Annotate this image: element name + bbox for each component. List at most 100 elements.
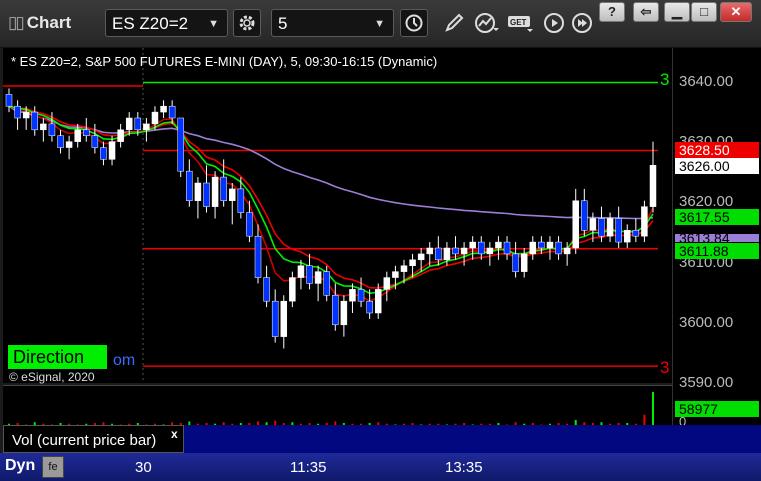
copyright-text: © eSignal, 2020 [9, 370, 95, 384]
candle-body [460, 247, 468, 255]
study-icon [475, 13, 499, 33]
candle-body [246, 212, 253, 237]
candle-body [443, 247, 451, 261]
candle-body [117, 129, 124, 142]
close-button[interactable]: ✕ [720, 2, 752, 22]
ema-slow-line [8, 105, 654, 289]
interval-value: 5 [278, 14, 288, 33]
candle-body [134, 117, 142, 131]
candle-body [529, 241, 537, 255]
chart-title: * ES Z20=2, S&P 500 FUTURES E-MINI (DAY)… [11, 54, 438, 69]
volume-study-tab[interactable]: Vol (current price bar) [3, 425, 184, 453]
direction-badge[interactable]: Direction [8, 345, 107, 369]
vwap-tag: 3613.84 [675, 234, 759, 242]
close-study-icon[interactable]: x [171, 427, 178, 441]
candle-body [229, 188, 236, 201]
candle-body [572, 200, 579, 249]
candle-body [40, 123, 47, 131]
price-tick: 3620.00 [679, 193, 734, 210]
volume-pane[interactable] [3, 385, 672, 426]
candle-body [186, 170, 193, 201]
price-tick: 3590.00 [679, 374, 734, 391]
candle-body [254, 235, 262, 278]
candle-body [100, 147, 107, 160]
draw-button[interactable] [440, 9, 468, 37]
vwap-line [8, 105, 654, 220]
settings-button[interactable] [233, 9, 261, 37]
price-tick: 3600.00 [679, 314, 734, 331]
candle-body [74, 129, 81, 142]
chevron-down-icon[interactable]: ▼ [208, 10, 219, 38]
level-tag: 3611.88 [675, 243, 759, 259]
dock-button[interactable]: ⇦ [633, 2, 659, 22]
candle-body [332, 295, 339, 326]
title-bar: ▯▯ Chart ES Z20=2 ▼ 5 ▼ GET ? ⇦ ▁ □ ✕ [0, 0, 761, 48]
volume-study-strip [184, 425, 761, 453]
candle-body [108, 141, 116, 160]
candle-body [14, 105, 21, 119]
candle-body [314, 271, 322, 284]
price-axis[interactable]: 3640.00 3630.00 3620.00 3610.00 3600.00 … [672, 48, 761, 429]
study-button[interactable] [473, 9, 501, 37]
candle-body [5, 94, 13, 107]
chart-canvas[interactable] [3, 48, 672, 383]
candle-body [409, 259, 416, 266]
forward-button[interactable] [568, 9, 596, 37]
candle-body [237, 188, 245, 213]
time-axis[interactable]: Dyn fe 30 11:35 13:35 [0, 453, 761, 481]
candle-body [555, 241, 562, 255]
candle-body [546, 241, 554, 249]
volume-study-label: Vol (current price bar) [12, 432, 157, 449]
clock-button[interactable] [400, 9, 428, 37]
candle-body [623, 230, 631, 243]
candle-body [649, 165, 657, 207]
candle-body [503, 241, 511, 255]
price-chart[interactable]: * ES Z20=2, S&P 500 FUTURES E-MINI (DAY)… [3, 48, 672, 384]
candle-body [91, 135, 99, 148]
help-button[interactable]: ? [599, 2, 625, 22]
candle-body [323, 271, 330, 296]
candle-body [435, 247, 442, 261]
level-label-top: 3 [660, 70, 670, 89]
drag-grip-icon[interactable]: ▯▯ [8, 13, 25, 32]
time-tick: 30 [135, 459, 152, 476]
candle-body [280, 300, 288, 337]
app-title-label: Chart [26, 13, 72, 32]
get-button[interactable]: GET [507, 9, 535, 37]
candle-body [400, 265, 408, 272]
candle-body [48, 123, 56, 136]
candle-body [151, 111, 159, 125]
candle-body [220, 176, 227, 201]
candle-body [615, 218, 622, 243]
candle-body [357, 289, 365, 302]
candle-body [263, 277, 270, 302]
app-title[interactable]: ▯▯ Chart [8, 13, 71, 33]
dyn-label[interactable]: Dyn [5, 457, 35, 475]
candle-body [22, 111, 30, 119]
time-tick: 11:35 [290, 459, 327, 476]
candle-body [340, 300, 348, 326]
maximize-button[interactable]: □ [691, 2, 717, 22]
level-label-bottom: 3 [660, 358, 670, 377]
interval-combo[interactable]: 5 ▼ [271, 9, 394, 37]
svg-text:GET: GET [510, 18, 527, 27]
green-ma-tag: 3617.55 [675, 209, 759, 225]
candle-body [160, 105, 167, 113]
fe-button[interactable]: fe [42, 456, 64, 478]
candle-body [383, 277, 391, 290]
candle-body [632, 230, 640, 237]
candle-body [125, 117, 133, 131]
symbol-combo[interactable]: ES Z20=2 ▼ [105, 9, 228, 37]
candle-body [641, 206, 648, 237]
candle-body [417, 253, 425, 261]
candle-body [31, 111, 39, 131]
candle-body [486, 247, 494, 255]
candle-body [374, 289, 382, 314]
chevron-down-icon[interactable]: ▼ [374, 10, 385, 38]
candle-body [203, 182, 210, 207]
play-icon [544, 13, 564, 33]
play-button[interactable] [540, 9, 568, 37]
candle-body [194, 182, 202, 201]
minimize-button[interactable]: ▁ [664, 2, 690, 22]
last-high-tag: 3628.50 [675, 142, 759, 158]
